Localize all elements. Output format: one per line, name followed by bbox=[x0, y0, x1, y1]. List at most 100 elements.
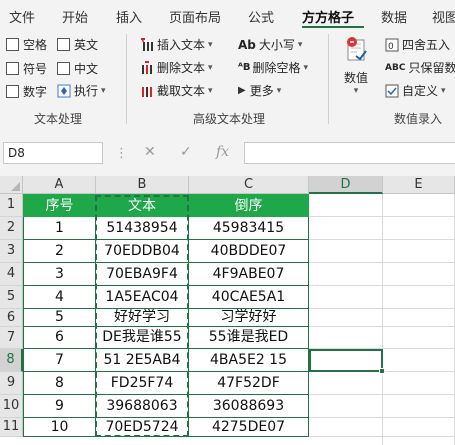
cell-index[interactable]: 7 bbox=[23, 349, 96, 372]
tab-data[interactable]: 数据 bbox=[381, 7, 407, 26]
checkbox-space[interactable]: 空格 bbox=[6, 36, 47, 53]
chevron-down-icon: ▾ bbox=[353, 86, 359, 96]
row-header-11[interactable]: 11 bbox=[0, 418, 23, 437]
cell-index[interactable]: 1 bbox=[23, 217, 96, 240]
select-all-icon bbox=[11, 182, 20, 191]
chevron-down-icon: ▾ bbox=[208, 85, 213, 96]
cell-text[interactable]: 70ED5724 bbox=[96, 418, 189, 437]
row-header-4[interactable]: 4 bbox=[0, 263, 23, 286]
cell-index[interactable]: 10 bbox=[23, 418, 96, 437]
cell-index[interactable]: 5 bbox=[23, 309, 96, 327]
delete-text-button[interactable]: 删除文本 ▾ bbox=[140, 59, 213, 76]
select-all-corner[interactable] bbox=[0, 176, 23, 194]
round-button[interactable]: 0 四舍五入 bbox=[385, 36, 450, 53]
cell-reversed[interactable]: 36088693 bbox=[189, 395, 309, 418]
cell-reversed[interactable]: 4F9ABE07 bbox=[189, 263, 309, 286]
tab-insert[interactable]: 插入 bbox=[116, 7, 142, 26]
checkbox-digit[interactable]: 数字 bbox=[6, 83, 47, 100]
ribbon-tabs: 文件 开始 插入 页面布局 公式 方方格子 数据 视图 bbox=[0, 0, 455, 28]
fill-handle[interactable] bbox=[379, 368, 385, 374]
checkbox-english[interactable]: 英文 bbox=[57, 36, 98, 53]
gridline bbox=[382, 194, 383, 445]
checkbox-label: 空格 bbox=[23, 38, 48, 52]
cell-reversed[interactable]: 40BDDE07 bbox=[189, 240, 309, 263]
column-header-d[interactable]: D bbox=[309, 176, 383, 194]
checkbox-icon bbox=[6, 85, 19, 98]
cell-reversed[interactable]: 40CAE5A1 bbox=[189, 286, 309, 309]
tab-page-layout[interactable]: 页面布局 bbox=[169, 7, 221, 26]
tab-formulas[interactable]: 公式 bbox=[248, 7, 274, 26]
drag-handle-icon[interactable]: ⋮ bbox=[115, 146, 128, 161]
checkbox-symbol[interactable]: 符号 bbox=[6, 60, 47, 77]
row-header-10[interactable]: 10 bbox=[0, 395, 23, 418]
cell-reversed[interactable]: 55谁是我ED bbox=[189, 327, 309, 349]
cell-index[interactable]: 3 bbox=[23, 263, 96, 286]
cell-reversed[interactable]: 47F52DF bbox=[189, 372, 309, 395]
cell-reversed[interactable]: 4BA5E2 15 bbox=[189, 349, 309, 372]
row-header-3[interactable]: 3 bbox=[0, 240, 23, 263]
execute-button[interactable]: 执行 ▾ bbox=[57, 82, 106, 99]
group-separator bbox=[126, 34, 127, 124]
case-button[interactable]: Ab 大小写 ▾ bbox=[238, 36, 302, 53]
cell-index[interactable]: 8 bbox=[23, 372, 96, 395]
row-header-2[interactable]: 2 bbox=[0, 217, 23, 240]
group-label-number: 数值录入 bbox=[394, 112, 443, 126]
extract-text-button[interactable]: 截取文本 ▾ bbox=[140, 82, 213, 99]
extract-text-icon bbox=[140, 84, 154, 98]
cell-text[interactable]: 70EDDB04 bbox=[96, 240, 189, 263]
cell-text[interactable]: 1A5EAC04 bbox=[96, 286, 189, 309]
row-header-9[interactable]: 9 bbox=[0, 372, 23, 395]
custom-icon bbox=[385, 84, 399, 98]
cell-reversed[interactable]: 45983415 bbox=[189, 217, 309, 240]
delete-spaces-button[interactable]: ᴬB 删除空格 ▾ bbox=[238, 59, 308, 76]
name-box[interactable]: D8 bbox=[3, 142, 103, 164]
column-header-b[interactable]: B bbox=[96, 176, 189, 194]
delete-spaces-icon: ᴬB bbox=[238, 62, 251, 73]
keep-value-icon: ABC bbox=[385, 62, 406, 73]
cell-index[interactable]: 4 bbox=[23, 286, 96, 309]
checkbox-icon bbox=[57, 38, 70, 51]
keep-value-button[interactable]: ABC只保留数值 bbox=[385, 59, 455, 76]
cell-text[interactable]: DE我是谁55 bbox=[96, 327, 189, 349]
row-header-6[interactable]: 6 bbox=[0, 309, 23, 327]
cancel-icon[interactable]: ✕ bbox=[144, 144, 156, 160]
checkbox-label: 英文 bbox=[74, 38, 99, 52]
tab-file[interactable]: 文件 bbox=[9, 7, 35, 26]
column-header-c[interactable]: C bbox=[189, 176, 309, 194]
header-cell-reversed[interactable]: 倒序 bbox=[189, 194, 309, 217]
header-cell-text[interactable]: 文本 bbox=[96, 194, 189, 217]
case-icon: Ab bbox=[238, 37, 256, 52]
row-header-7[interactable]: 7 bbox=[0, 327, 23, 349]
row-header-8[interactable]: 8 bbox=[0, 349, 23, 372]
formula-input[interactable] bbox=[244, 142, 455, 164]
header-cell-index[interactable]: 序号 bbox=[23, 194, 96, 217]
row-header-5[interactable]: 5 bbox=[0, 286, 23, 309]
active-cell-d8[interactable] bbox=[309, 349, 383, 372]
fx-icon[interactable]: fx bbox=[216, 144, 229, 160]
cell-index[interactable]: 2 bbox=[23, 240, 96, 263]
column-header-e[interactable]: E bbox=[383, 176, 455, 194]
column-header-a[interactable]: A bbox=[23, 176, 96, 194]
cell-text[interactable]: 70EBA9F4 bbox=[96, 263, 189, 286]
cell-text[interactable]: 39688063 bbox=[96, 395, 189, 418]
tab-home[interactable]: 开始 bbox=[62, 7, 88, 26]
cell-text[interactable]: FD25F74 bbox=[96, 372, 189, 395]
cell-text[interactable]: 好好学习 bbox=[96, 309, 189, 327]
chevron-down-icon: ▾ bbox=[297, 39, 303, 50]
cell-reversed[interactable]: 习学好好 bbox=[189, 309, 309, 327]
tab-ffgz[interactable]: 方方格子 bbox=[302, 7, 354, 26]
delete-text-icon bbox=[140, 60, 154, 75]
cell-index[interactable]: 6 bbox=[23, 327, 96, 349]
row-header-1[interactable]: 1 bbox=[0, 194, 23, 217]
cell-text[interactable]: 51 2E5AB4 bbox=[96, 349, 189, 372]
insert-text-button[interactable]: 插入文本 ▾ bbox=[140, 36, 213, 53]
checkbox-chinese[interactable]: 中文 bbox=[57, 60, 98, 77]
cell-text[interactable]: 51438954 bbox=[96, 217, 189, 240]
more-button[interactable]: ▶ 更多 ▾ bbox=[238, 82, 281, 99]
confirm-icon[interactable]: ✓ bbox=[180, 144, 192, 160]
value-button[interactable]: 数值 ▾ bbox=[342, 36, 370, 96]
cell-index[interactable]: 9 bbox=[23, 395, 96, 418]
custom-button[interactable]: 自定义 ▾ bbox=[385, 82, 446, 99]
tab-view[interactable]: 视图 bbox=[432, 7, 455, 26]
cell-reversed[interactable]: 4275DE07 bbox=[189, 418, 309, 437]
